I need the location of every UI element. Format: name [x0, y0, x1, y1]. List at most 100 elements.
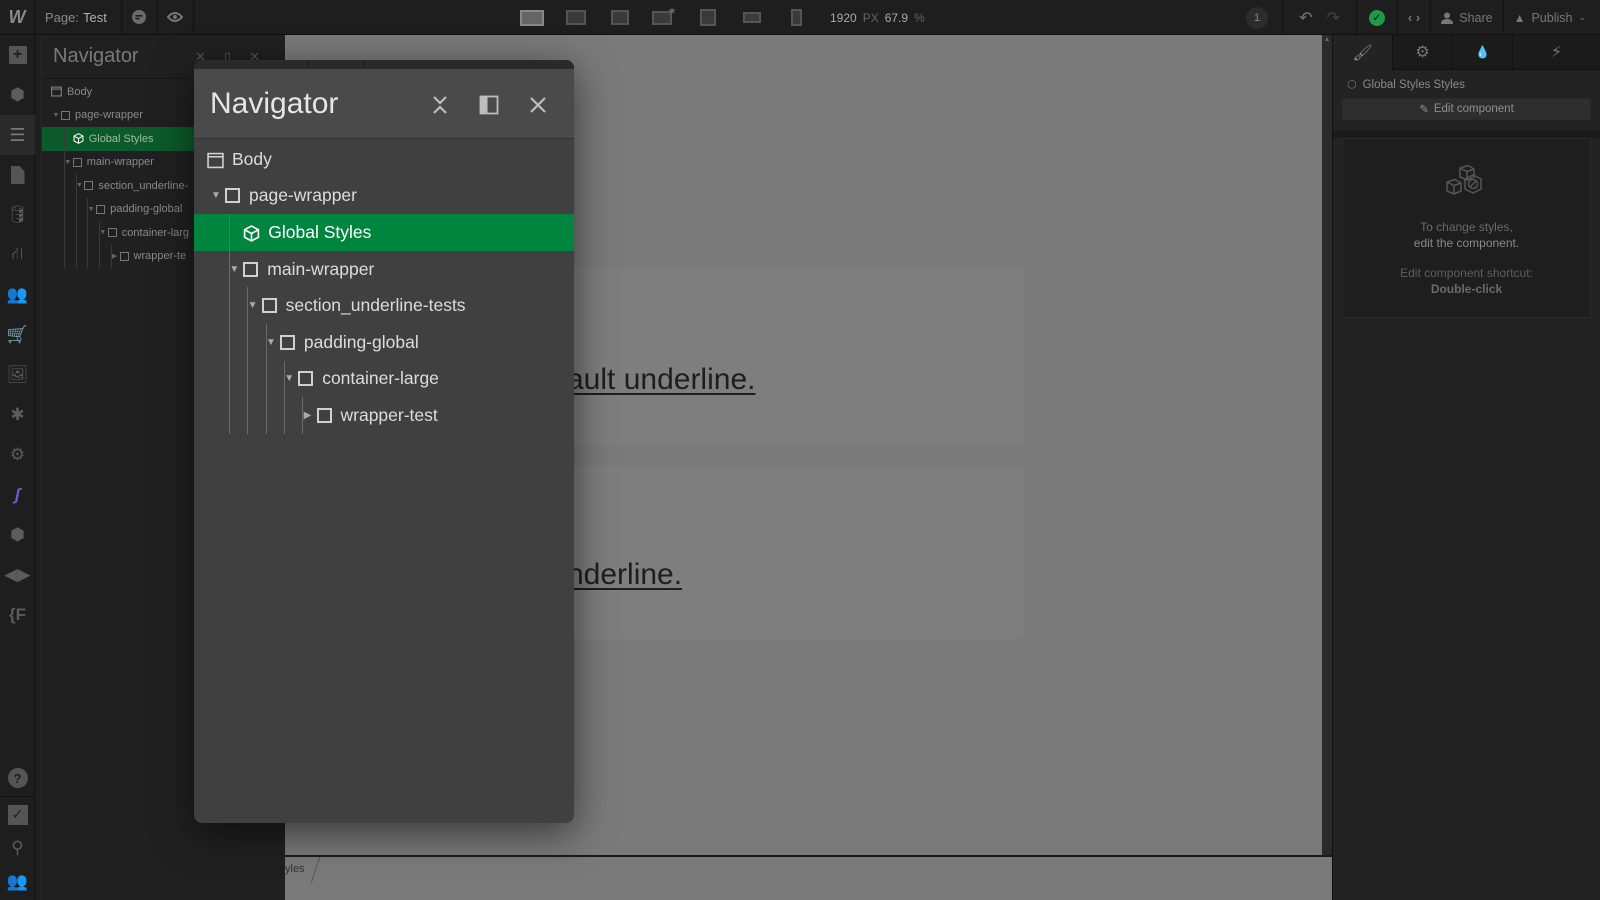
edit-component-label: Edit component [1433, 103, 1514, 115]
users-button[interactable]: 👥 [0, 275, 35, 315]
div-block-icon [279, 334, 295, 350]
tab-style-manager[interactable]: 💧 [1453, 35, 1513, 70]
tree-item[interactable]: ▼ main-wrapper [194, 250, 574, 288]
relume-button[interactable]: ◀▶ [0, 555, 35, 595]
tree-guide-line [64, 150, 65, 174]
info-line-1: To change styles, [1420, 220, 1513, 234]
content-card[interactable]: nderline. [565, 466, 1024, 639]
webflow-logo[interactable]: W [0, 0, 35, 35]
settings-button[interactable]: ⚙ [0, 435, 35, 475]
help-button[interactable]: ? [0, 760, 35, 796]
share-button[interactable]: Share [1430, 0, 1502, 35]
shortcut-value: Double-click [1430, 282, 1503, 296]
tree-guide-line [75, 197, 77, 221]
tree-item-label: container-larg [121, 226, 190, 239]
breakpoint-large-desktop[interactable] [554, 0, 598, 35]
audit-button[interactable]: ✓ [0, 796, 35, 832]
page-selector[interactable]: Page: Test [35, 0, 122, 35]
navigator-panel-floating[interactable]: Navigator Body ▼ page-wrapper Global Styles… [194, 60, 574, 823]
tree-item[interactable]: ▼ padding-global [194, 323, 574, 361]
components-box-icon: ⬢ [10, 85, 25, 104]
collaborators-button[interactable]: 👥 [0, 864, 35, 900]
div-block-icon [107, 228, 117, 238]
tree-item[interactable]: Global Styles [194, 214, 574, 251]
tree-item[interactable]: Body [194, 141, 574, 178]
div-block-icon [316, 407, 332, 423]
tree-guide-line [229, 250, 230, 288]
code-export-button[interactable]: ‹ › [1396, 0, 1430, 35]
scroll-up-icon[interactable]: ▲ [1322, 35, 1332, 45]
edit-component-button[interactable]: ✎ Edit component [1342, 98, 1591, 120]
tree-item[interactable]: ▼ page-wrapper [194, 178, 574, 215]
component-locked-icon [1445, 164, 1482, 195]
logic-flow-icon: ⛙ [11, 244, 24, 263]
redo-icon[interactable]: ↷ [1327, 8, 1340, 28]
breakpoint-laptop[interactable]: ★ [642, 0, 686, 35]
caret-down-icon[interactable]: ▼ [207, 190, 225, 201]
tree-item-label: wrapper-test [340, 404, 438, 425]
navigator-header[interactable]: Navigator [194, 69, 574, 139]
tree-guide-line [283, 397, 285, 434]
canvas-size-readout[interactable]: 1920 PX 67.9 % [830, 0, 925, 35]
notifications-button[interactable]: 1 [1232, 0, 1282, 35]
caret-down-icon[interactable]: ▼ [225, 264, 243, 275]
tab-interactions[interactable]: ⚡ [1513, 35, 1600, 70]
breadcrumb-bar: yles [285, 855, 1332, 900]
components-button[interactable]: ⬢ [0, 75, 35, 115]
apps-button[interactable]: ✱ [0, 395, 35, 435]
breakpoint-mobile-landscape[interactable] [730, 0, 774, 35]
caret-down-icon[interactable]: ▼ [51, 112, 61, 119]
add-panel-button[interactable]: + [0, 35, 35, 75]
caret-down-icon[interactable]: ▼ [280, 373, 298, 384]
caret-down-icon[interactable]: ▼ [262, 337, 280, 348]
div-block-icon [243, 261, 259, 277]
underline-link-text[interactable]: ault underline. [567, 363, 755, 397]
comments-button[interactable] [122, 0, 158, 35]
tree-guide-line [75, 174, 77, 198]
user-icon [1441, 12, 1454, 24]
navigator-button[interactable]: ☰ [0, 115, 35, 155]
tree-guide-line [87, 244, 89, 268]
caret-down-icon[interactable]: ▼ [244, 300, 262, 311]
navigator-drag-strip[interactable] [194, 60, 574, 69]
content-card[interactable]: ault underline. [565, 269, 1024, 444]
undo-icon[interactable]: ↶ [1299, 8, 1312, 28]
fonts-button[interactable]: {F [0, 595, 35, 635]
tree-item[interactable]: ▼ container-large [194, 360, 574, 398]
box-3d-button[interactable]: ⬢ [0, 515, 35, 555]
tree-item[interactable]: ▼ section_underline-tests [194, 287, 574, 324]
fonts-f-icon: {F [9, 605, 26, 624]
search-button[interactable]: ⚲ [0, 832, 35, 864]
collapse-all-button[interactable] [427, 92, 453, 118]
breakpoint-desktop-base[interactable] [510, 0, 554, 35]
caret-right-icon[interactable]: ▶ [299, 410, 317, 421]
finsweet-button[interactable]: ʃ [0, 475, 35, 515]
ecommerce-button[interactable]: 🛒 [0, 315, 35, 355]
logic-button[interactable]: ⛙ [0, 235, 35, 275]
selector-label: ⬡ Global Styles Styles [1347, 78, 1600, 92]
toolbar-right: 1 ↶ ↷ ✓ ‹ › Share ▲ Publish ⌄ [1232, 0, 1600, 35]
breakpoint-desktop[interactable] [598, 0, 642, 35]
selector-text: Global Styles Styles [1362, 78, 1465, 91]
cms-button[interactable]: 🛢 [0, 195, 35, 235]
breadcrumb-item[interactable]: yles [285, 863, 305, 875]
publish-button[interactable]: ▲ Publish ⌄ [1502, 0, 1600, 35]
dock-panel-button[interactable] [476, 92, 502, 118]
share-label: Share [1459, 10, 1493, 25]
breakpoint-tablet[interactable] [686, 0, 730, 35]
cms-database-icon: 🛢 [6, 205, 29, 224]
tree-item[interactable]: ▶ wrapper-test [194, 397, 574, 434]
tab-settings[interactable]: ⚙ [1393, 35, 1453, 70]
audit-checklist-icon: ✓ [7, 804, 28, 825]
star-icon: ★ [667, 6, 677, 17]
underline-link-text[interactable]: nderline. [567, 558, 682, 592]
assets-button[interactable]: 🖼 [0, 355, 35, 395]
close-panel-button[interactable] [525, 92, 551, 118]
breakpoint-mobile-portrait[interactable] [774, 0, 818, 35]
pages-button[interactable] [0, 155, 35, 195]
save-status[interactable]: ✓ [1355, 0, 1397, 35]
tab-style[interactable]: 🖌 [1333, 35, 1393, 70]
preview-button[interactable] [158, 0, 194, 35]
canvas-scrollbar[interactable]: ▲ [1322, 35, 1332, 855]
tree-guide-line [265, 397, 267, 434]
